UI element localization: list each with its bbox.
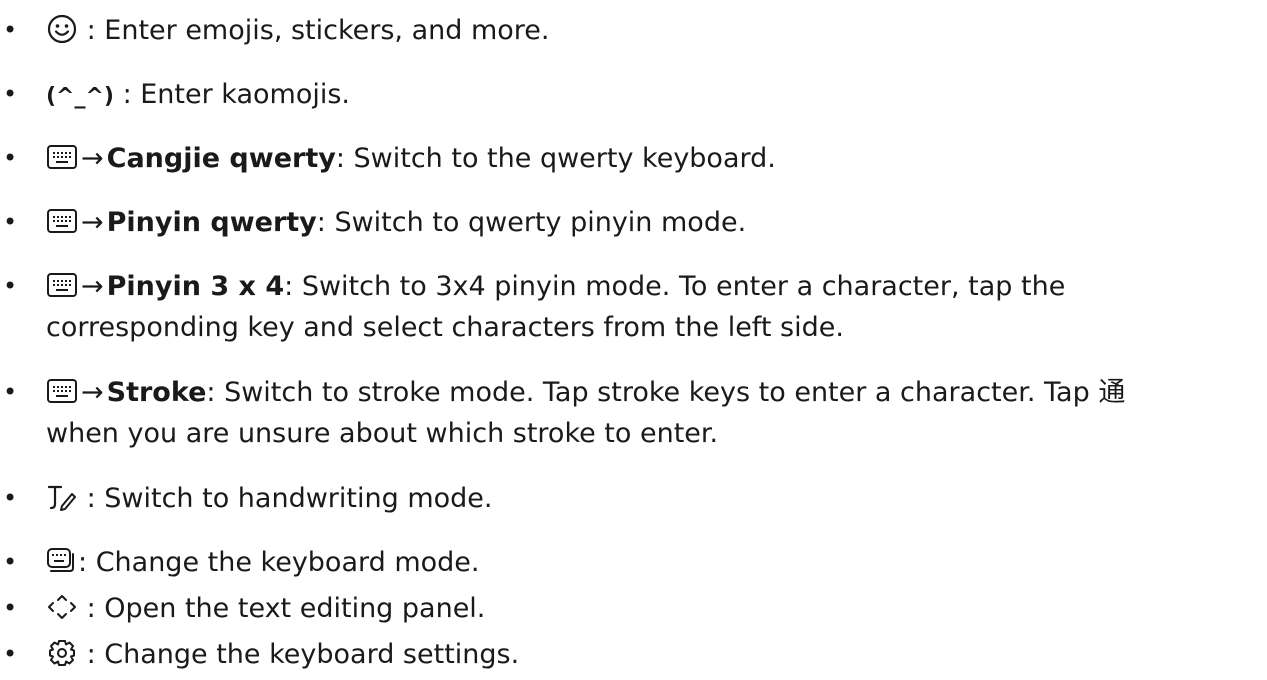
- item-text-continued: when you are unsure about which stroke t…: [46, 418, 719, 449]
- separator: :: [78, 593, 105, 624]
- kaomoji-icon: (^_^): [46, 84, 114, 109]
- item-text: : Switch to stroke mode. Tap stroke keys…: [206, 377, 1099, 408]
- item-content: : Open the text editing panel.: [46, 588, 1261, 629]
- bullet: •: [3, 272, 18, 300]
- separator: :: [78, 483, 105, 514]
- keyboard-icon: [46, 207, 78, 235]
- item-content: → Pinyin 3 x 4: Switch to 3x4 pinyin mode…: [46, 266, 1261, 348]
- arrow: →: [81, 377, 104, 408]
- settings-gear-icon: [46, 638, 78, 668]
- item-text: : Switch to 3x4 pinyin mode. To enter a …: [284, 271, 1066, 302]
- handwriting-icon: [46, 482, 78, 512]
- item-content: → Stroke: Switch to stroke mode. Tap stro…: [46, 372, 1261, 454]
- item-text: Change the keyboard mode.: [95, 547, 480, 578]
- emoji-icon: [46, 13, 78, 45]
- keyboard-icon: [46, 271, 78, 299]
- bullet: •: [3, 378, 18, 406]
- separator: :: [78, 639, 105, 670]
- item-text: : Switch to qwerty pinyin mode.: [316, 207, 747, 238]
- bullet: •: [3, 208, 18, 236]
- bullet: •: [3, 548, 18, 576]
- bullet: •: [3, 80, 18, 108]
- item-label: Pinyin qwerty: [106, 207, 317, 238]
- item-content: : Change the keyboard settings.: [46, 634, 1261, 675]
- arrow: →: [81, 143, 104, 174]
- keyboard-icon: [46, 377, 78, 405]
- item-text: Enter kaomojis.: [140, 79, 351, 110]
- separator: :: [78, 547, 96, 578]
- item-content: : Change the keyboard mode.: [46, 542, 1261, 583]
- item-content: : Switch to handwriting mode.: [46, 478, 1261, 519]
- item-text: Change the keyboard settings.: [104, 639, 520, 670]
- keyboard-icon: [46, 143, 78, 171]
- item-label: Pinyin 3 x 4: [106, 271, 285, 302]
- item-content: → Pinyin qwerty: Switch to qwerty pinyin …: [46, 202, 1261, 243]
- item-content: : Enter emojis, stickers, and more.: [46, 10, 1261, 51]
- bullet: •: [3, 144, 18, 172]
- item-content: → Cangjie qwerty: Switch to the qwerty ke…: [46, 138, 1261, 179]
- item-text: Enter emojis, stickers, and more.: [104, 15, 550, 46]
- item-content: (^_^) : Enter kaomojis.: [46, 74, 1261, 117]
- item-label: Cangjie qwerty: [106, 143, 336, 174]
- arrow: →: [81, 271, 104, 302]
- item-text-continued: corresponding key and select characters …: [46, 312, 844, 343]
- bullet: •: [3, 484, 18, 512]
- item-text: Switch to handwriting mode.: [104, 483, 493, 514]
- bullet: •: [3, 594, 18, 622]
- item-text: : Switch to the qwerty keyboard.: [335, 143, 776, 174]
- bullet: •: [3, 640, 18, 668]
- bullet: •: [3, 16, 18, 44]
- text-editing-icon: [46, 592, 78, 622]
- separator: :: [78, 15, 105, 46]
- keyboard-mode-icon: [46, 546, 78, 576]
- item-label: Stroke: [106, 377, 207, 408]
- item-text: Open the text editing panel.: [104, 593, 486, 624]
- separator: :: [113, 79, 141, 110]
- tong-character: 通: [1098, 377, 1126, 408]
- arrow: →: [81, 207, 104, 238]
